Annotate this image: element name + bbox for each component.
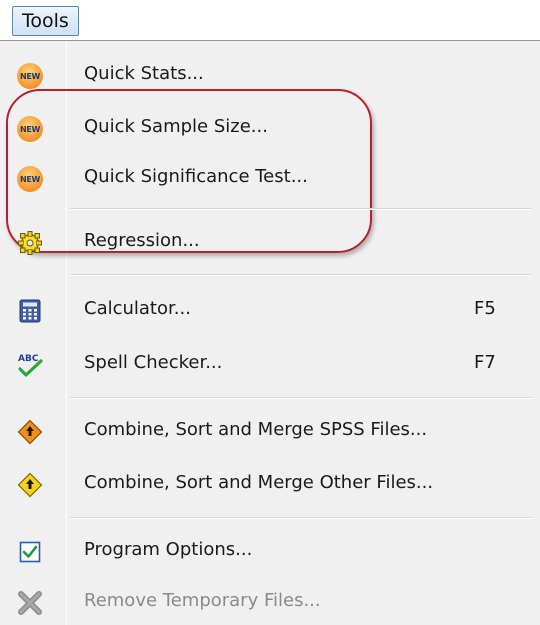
new-badge-icon: NEW bbox=[16, 62, 44, 90]
shortcut-f7: F7 bbox=[474, 352, 496, 373]
menu-item-label: Calculator... bbox=[84, 298, 191, 319]
menu-item-program-options[interactable]: Program Options... bbox=[0, 527, 540, 575]
menu-item-calculator[interactable]: Calculator... F5 bbox=[0, 286, 540, 334]
tools-dropdown-menu: NEW Quick Stats... NEW Quick Sample Size… bbox=[0, 40, 540, 625]
menu-item-label: Spell Checker... bbox=[84, 352, 223, 373]
merge-yellow-icon bbox=[16, 471, 44, 499]
menu-separator bbox=[70, 397, 532, 399]
menu-item-label: Combine, Sort and Merge Other Files... bbox=[84, 472, 434, 493]
merge-orange-icon bbox=[16, 418, 44, 446]
menu-item-label: Regression... bbox=[84, 230, 200, 251]
menu-bar: Tools bbox=[0, 0, 540, 44]
menu-item-label: Quick Stats... bbox=[84, 63, 204, 84]
menu-item-combine-spss-files[interactable]: Combine, Sort and Merge SPSS Files... bbox=[0, 407, 540, 455]
menu-item-combine-other-files[interactable]: Combine, Sort and Merge Other Files... bbox=[0, 460, 540, 508]
menu-separator bbox=[70, 208, 532, 210]
svg-text:ABC: ABC bbox=[18, 354, 39, 364]
gear-icon bbox=[16, 229, 44, 257]
menu-item-regression[interactable]: Regression... bbox=[0, 218, 540, 266]
shortcut-f5: F5 bbox=[474, 298, 496, 319]
menu-item-spell-checker[interactable]: ABC Spell Checker... F7 bbox=[0, 340, 540, 388]
tools-menu-title[interactable]: Tools bbox=[12, 6, 79, 36]
menu-item-label: Combine, Sort and Merge SPSS Files... bbox=[84, 419, 428, 440]
calculator-icon bbox=[16, 297, 44, 325]
remove-x-icon bbox=[16, 589, 44, 617]
spell-check-icon: ABC bbox=[16, 351, 44, 379]
menu-item-remove-temporary-files: Remove Temporary Files... bbox=[0, 578, 540, 625]
menu-item-label: Program Options... bbox=[84, 539, 253, 560]
checkbox-checked-icon bbox=[16, 538, 44, 566]
menu-item-label: Remove Temporary Files... bbox=[84, 590, 321, 611]
menu-separator bbox=[70, 274, 532, 276]
menu-separator bbox=[70, 517, 532, 519]
